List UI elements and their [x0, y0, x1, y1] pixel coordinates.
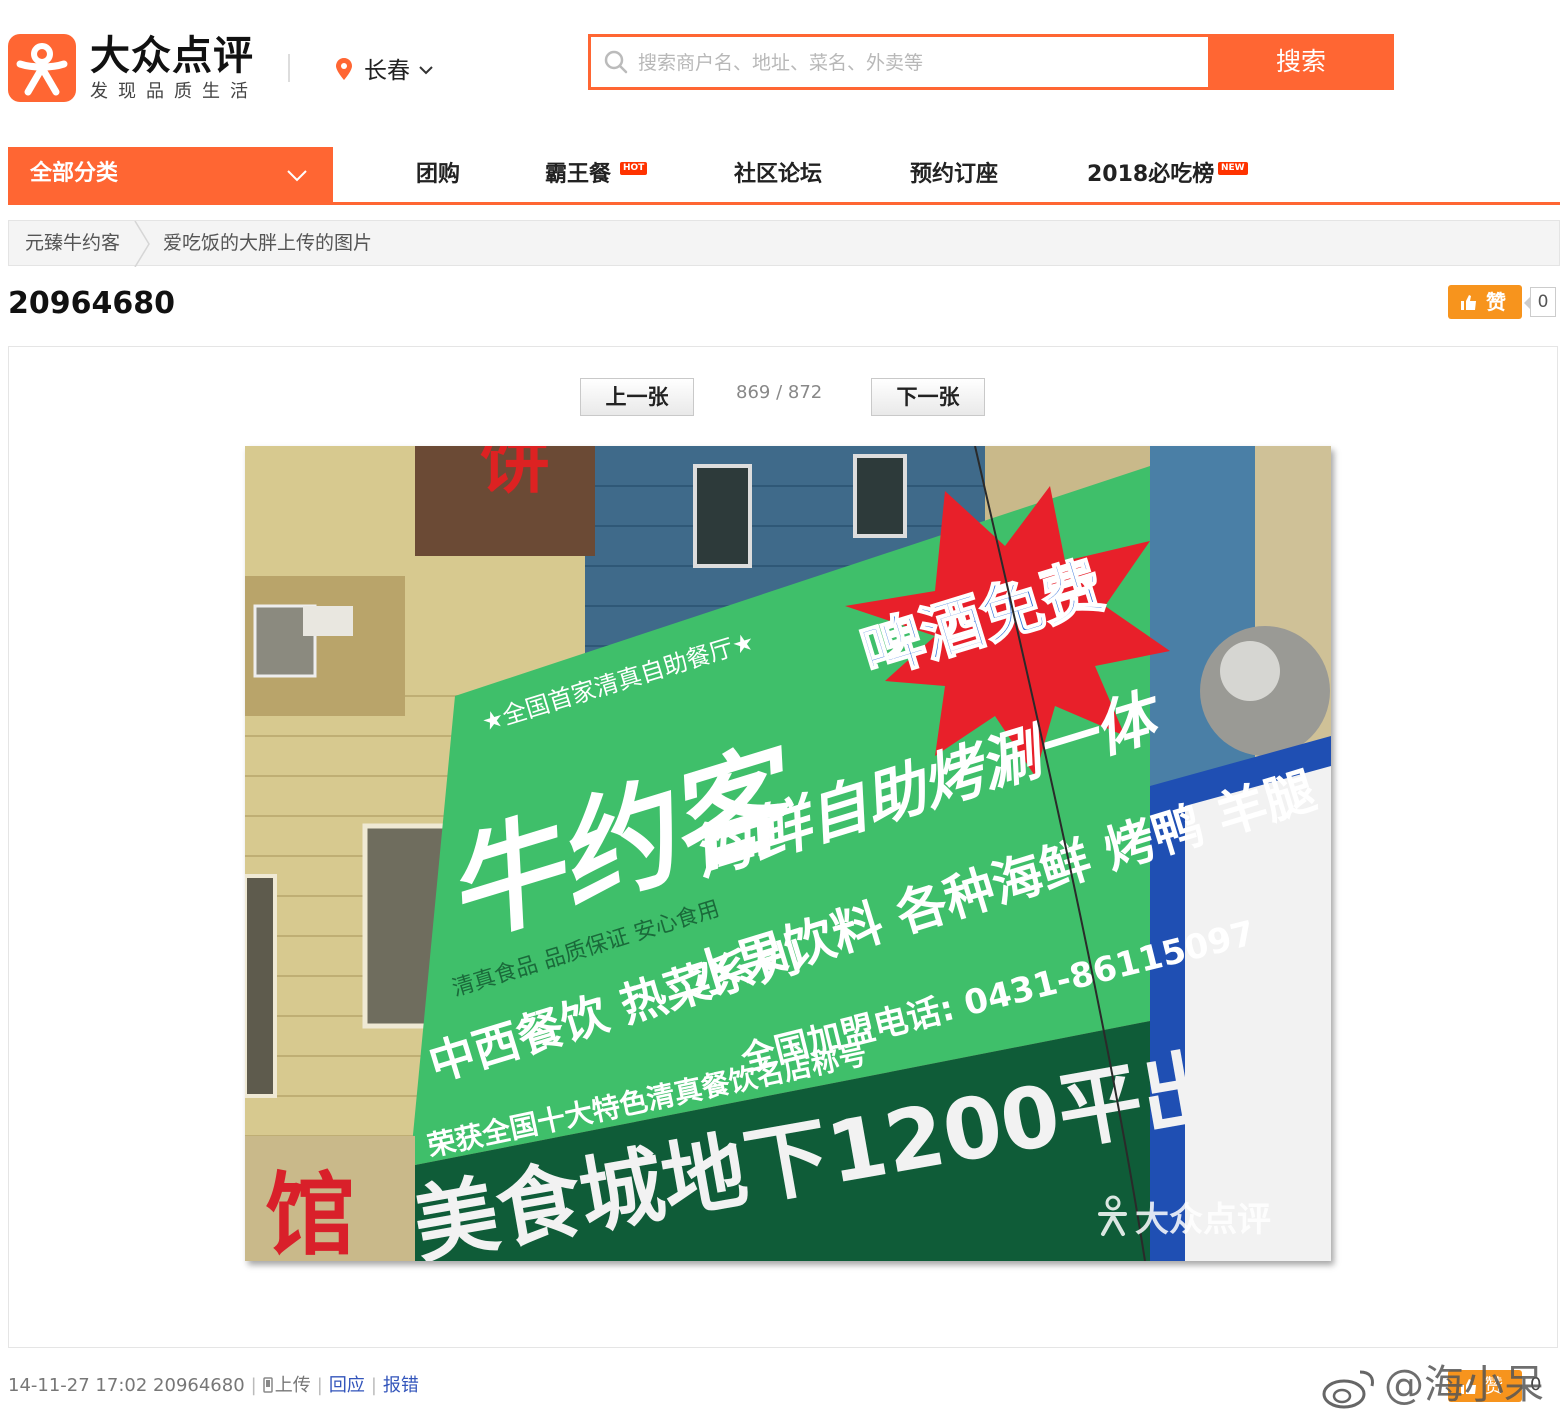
- footer-photo-id: 20964680: [153, 1375, 245, 1396]
- city-selector[interactable]: 长春: [364, 56, 410, 86]
- mobile-phone-icon: [263, 1377, 273, 1393]
- photo-position: 869 / 872: [736, 382, 823, 403]
- nav-item-forum[interactable]: 社区论坛: [734, 160, 822, 190]
- report-error-link[interactable]: 报错: [383, 1375, 419, 1396]
- all-categories-label: 全部分类: [30, 161, 119, 186]
- weibo-logo-icon: [1322, 1370, 1374, 1409]
- nav-item-must-eat-list[interactable]: 2018必吃榜: [1087, 160, 1214, 190]
- shop-photo[interactable]: 饼 馆 ★全国首家清真自助餐厅★ 啤酒免费 牛约客 海鲜自助烤涮一体 清真食品 …: [245, 446, 1331, 1261]
- lower-red-sign: 馆: [265, 1163, 355, 1261]
- thumbs-up-icon: [1461, 295, 1476, 310]
- nav-item-reservation[interactable]: 预约订座: [910, 160, 998, 190]
- nav-item-free-meal[interactable]: 霸王餐: [545, 160, 611, 190]
- hot-badge: HOT: [620, 162, 648, 175]
- separator: |: [370, 1375, 377, 1396]
- search-input[interactable]: [638, 44, 1198, 82]
- photo-meta: 14-11-27 17:02 20964680 | 上传 | 回应 | 报错: [8, 1372, 419, 1400]
- location-pin-icon: [336, 58, 352, 80]
- separator: |: [250, 1375, 257, 1396]
- photo-watermark-text: 大众点评: [1135, 1200, 1271, 1240]
- chevron-down-icon[interactable]: [418, 64, 434, 76]
- like-label: 赞: [1486, 290, 1506, 314]
- photo-title: 20964680: [8, 286, 175, 321]
- nav-item-group-buy[interactable]: 团购: [416, 160, 460, 190]
- reply-link[interactable]: 回应: [329, 1375, 365, 1396]
- dianping-logo[interactable]: [8, 34, 76, 102]
- separator: |: [316, 1375, 323, 1396]
- chevron-down-icon: [287, 170, 307, 182]
- storefront-sign-image: 饼 馆 ★全国首家清真自助餐厅★ 啤酒免费 牛约客 海鲜自助烤涮一体 清真食品 …: [245, 446, 1331, 1261]
- breadcrumb-current: 爱吃饭的大胖上传的图片: [163, 232, 373, 254]
- all-categories-menu[interactable]: 全部分类: [8, 147, 333, 202]
- brand-slogan: 发现品质生活: [90, 81, 258, 102]
- next-photo-button[interactable]: 下一张: [871, 378, 985, 416]
- search-button[interactable]: 搜索: [1208, 34, 1394, 90]
- dianping-logo-icon: [16, 43, 68, 96]
- weibo-watermark: @海小呆: [1384, 1362, 1544, 1408]
- breadcrumb: 元臻牛约客 爱吃饭的大胖上传的图片: [8, 220, 1560, 267]
- brand-name[interactable]: 大众点评: [90, 32, 254, 80]
- breadcrumb-separator-icon: [134, 221, 150, 267]
- upload-label: 上传: [274, 1375, 311, 1396]
- header-divider: [288, 54, 290, 82]
- red-sign-character: 饼: [480, 446, 550, 503]
- search-icon: [604, 50, 628, 74]
- breadcrumb-shop-link[interactable]: 元臻牛约客: [25, 231, 120, 255]
- upload-datetime: 14-11-27 17:02: [8, 1375, 148, 1396]
- new-badge: NEW: [1218, 162, 1248, 175]
- like-count: 0: [1524, 287, 1556, 317]
- nav-underline: [8, 202, 1560, 205]
- like-button[interactable]: 赞: [1448, 285, 1522, 319]
- previous-photo-button[interactable]: 上一张: [580, 378, 694, 416]
